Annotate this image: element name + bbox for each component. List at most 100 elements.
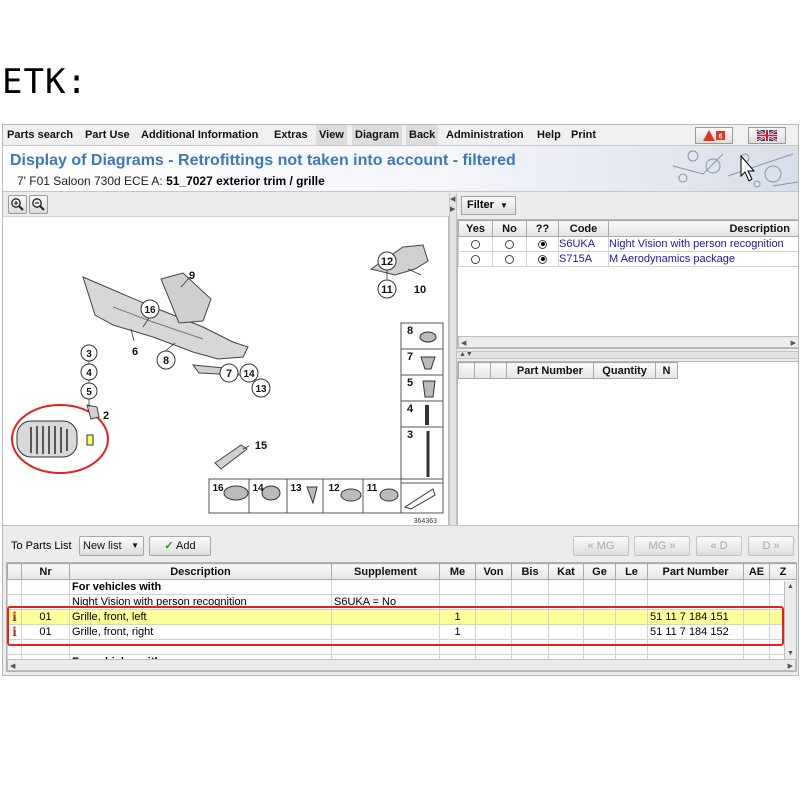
callout-16[interactable]: 16 bbox=[144, 305, 156, 316]
col-quantity[interactable]: Quantity bbox=[593, 362, 657, 379]
vehicle-breadcrumb: 7' F01 Saloon 730d ECE A: 51_7027 exteri… bbox=[17, 174, 325, 188]
option-description: Night Vision with person recognition bbox=[608, 236, 798, 252]
callout-inv-13[interactable]: 13 bbox=[290, 483, 302, 494]
callout-inv-7[interactable]: 7 bbox=[407, 351, 413, 363]
col-me[interactable]: Me bbox=[439, 563, 476, 580]
parts-hscrollbar[interactable]: ◀ ▶ bbox=[7, 659, 796, 671]
col-blank-3 bbox=[489, 362, 507, 379]
parts-vscrollbar[interactable]: ▲ ▼ bbox=[784, 581, 796, 659]
next-mg-button[interactable]: MG » bbox=[634, 536, 690, 556]
callout-13[interactable]: 13 bbox=[255, 384, 267, 395]
col-description[interactable]: Description bbox=[608, 220, 798, 237]
callout-inv-5[interactable]: 5 bbox=[407, 377, 413, 389]
right-splitter[interactable]: ▲▼ bbox=[457, 351, 798, 359]
scroll-up-icon: ▲ bbox=[787, 583, 794, 590]
col-le[interactable]: Le bbox=[615, 563, 648, 580]
radio-unknown[interactable] bbox=[538, 254, 547, 264]
zoom-in-button[interactable] bbox=[8, 195, 27, 214]
info-icon[interactable] bbox=[7, 579, 22, 595]
callout-inv-3[interactable]: 3 bbox=[407, 429, 413, 441]
col-bis[interactable]: Bis bbox=[511, 563, 549, 580]
menu-back[interactable]: Back bbox=[406, 125, 439, 145]
prev-d-button[interactable]: « D bbox=[696, 536, 742, 556]
col-blank-2 bbox=[473, 362, 491, 379]
col-n[interactable]: N bbox=[655, 362, 678, 379]
col-no[interactable]: No bbox=[492, 220, 527, 237]
warning-flag-button[interactable]: 6 bbox=[695, 127, 733, 144]
vertical-splitter[interactable]: ◀ ▶ bbox=[449, 193, 457, 526]
callout-4[interactable]: 4 bbox=[86, 368, 92, 379]
callout-inv-8[interactable]: 8 bbox=[407, 325, 413, 337]
menu-administration[interactable]: Administration bbox=[443, 125, 527, 145]
col-unknown[interactable]: ?? bbox=[526, 220, 559, 237]
filter-row[interactable]: S6UKA Night Vision with person recogniti… bbox=[458, 236, 798, 252]
row-part-number bbox=[647, 579, 744, 595]
col-code[interactable]: Code bbox=[558, 220, 609, 237]
col-description[interactable]: Description bbox=[69, 563, 332, 580]
callout-7[interactable]: 7 bbox=[226, 368, 232, 380]
col-nr[interactable]: Nr bbox=[21, 563, 70, 580]
col-kat[interactable]: Kat bbox=[548, 563, 584, 580]
callout-5[interactable]: 5 bbox=[86, 387, 92, 398]
callout-9[interactable]: 9 bbox=[189, 270, 195, 282]
zoom-in-icon bbox=[11, 198, 24, 211]
filter-row[interactable]: S715A M Aerodynamics package bbox=[458, 251, 798, 267]
col-z[interactable]: Z bbox=[769, 563, 796, 580]
parts-diagram[interactable]: 12 11 10 9 16 6 8 3 4 5 2 7 14 13 15 8 7… bbox=[3, 217, 448, 526]
col-supplement[interactable]: Supplement bbox=[331, 563, 440, 580]
option-code[interactable]: S715A bbox=[558, 251, 609, 267]
col-part-number[interactable]: Part Number bbox=[505, 362, 595, 379]
filter-dropdown[interactable]: Filter ▼ bbox=[461, 196, 516, 215]
row-description: For vehicles with bbox=[69, 579, 332, 595]
callout-11[interactable]: 11 bbox=[381, 284, 393, 296]
menu-diagram[interactable]: Diagram bbox=[352, 125, 403, 145]
checkmark-icon: ✓ bbox=[164, 540, 174, 552]
filter-hscrollbar[interactable]: ◀ ▶ bbox=[458, 336, 798, 348]
language-flag-button[interactable] bbox=[748, 127, 786, 144]
callout-inv-14[interactable]: 14 bbox=[252, 483, 264, 494]
callout-15[interactable]: 15 bbox=[255, 440, 267, 452]
collapse-up-icon: ▲▼ bbox=[459, 351, 473, 358]
prev-mg-button[interactable]: « MG bbox=[573, 536, 629, 556]
callout-6[interactable]: 6 bbox=[132, 346, 138, 358]
page-heading: ETK: bbox=[2, 62, 88, 102]
vehicle-info: 7' F01 Saloon 730d ECE A: bbox=[17, 174, 167, 188]
callout-8[interactable]: 8 bbox=[163, 355, 169, 367]
option-code[interactable]: S6UKA bbox=[558, 236, 609, 252]
menu-print[interactable]: Print bbox=[568, 125, 599, 145]
callout-inv-12[interactable]: 12 bbox=[328, 483, 340, 494]
menu-parts-search[interactable]: Parts search bbox=[4, 125, 76, 145]
parts-row[interactable]: For vehicles with bbox=[7, 579, 796, 595]
callout-inv-4[interactable]: 4 bbox=[407, 403, 414, 415]
callout-2[interactable]: 2 bbox=[103, 410, 109, 422]
scroll-left-icon: ◀ bbox=[461, 340, 467, 347]
radio-unknown[interactable] bbox=[538, 239, 547, 249]
callout-3[interactable]: 3 bbox=[86, 349, 92, 360]
callout-10[interactable]: 10 bbox=[414, 284, 426, 296]
menu-view[interactable]: View bbox=[316, 125, 347, 145]
annotation-highlight-box bbox=[7, 606, 784, 646]
callout-14[interactable]: 14 bbox=[243, 369, 255, 380]
callout-12[interactable]: 12 bbox=[381, 256, 393, 268]
next-d-button[interactable]: D » bbox=[748, 536, 794, 556]
col-part-number[interactable]: Part Number bbox=[647, 563, 744, 580]
zoom-out-button[interactable] bbox=[29, 195, 48, 214]
list-select[interactable]: New list ▼ bbox=[79, 536, 144, 556]
menu-additional-information[interactable]: Additional Information bbox=[138, 125, 261, 145]
radio-no[interactable] bbox=[505, 254, 514, 264]
col-ae[interactable]: AE bbox=[743, 563, 770, 580]
radio-yes[interactable] bbox=[471, 239, 480, 249]
add-button[interactable]: ✓ Add bbox=[149, 536, 211, 556]
radio-yes[interactable] bbox=[471, 254, 480, 264]
zoom-out-icon bbox=[32, 198, 45, 211]
col-ge[interactable]: Ge bbox=[583, 563, 616, 580]
callout-inv-16[interactable]: 16 bbox=[212, 483, 224, 494]
parts-collage-icon bbox=[672, 150, 798, 188]
col-yes[interactable]: Yes bbox=[458, 220, 493, 237]
radio-no[interactable] bbox=[505, 239, 514, 249]
col-von[interactable]: Von bbox=[475, 563, 512, 580]
menu-extras[interactable]: Extras bbox=[271, 125, 311, 145]
callout-inv-11[interactable]: 11 bbox=[367, 483, 378, 494]
menu-part-use[interactable]: Part Use bbox=[82, 125, 133, 145]
menu-help[interactable]: Help bbox=[534, 125, 564, 145]
